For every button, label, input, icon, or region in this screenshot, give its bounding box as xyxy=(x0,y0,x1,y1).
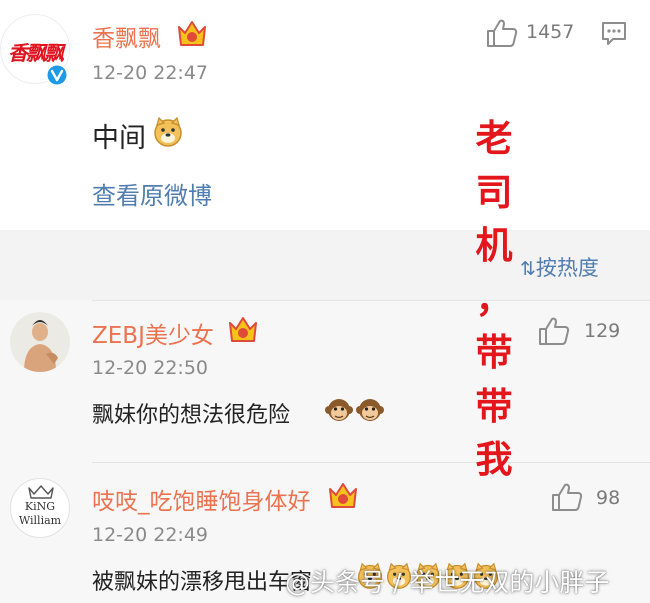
comment-text: 飘妹你的想法很危险 xyxy=(92,403,291,428)
post-like-count: 1457 xyxy=(526,21,575,43)
doge-icon xyxy=(154,116,182,147)
avatar-logo-line2: William xyxy=(18,514,62,527)
like-icon[interactable] xyxy=(486,18,518,48)
like-icon[interactable] xyxy=(538,316,570,346)
avatar-logo-line1: KiNG xyxy=(24,500,56,513)
divider xyxy=(92,300,650,301)
comment-time: 12-20 22:50 xyxy=(92,357,209,379)
sort-icon: ⇅ xyxy=(520,258,536,280)
overlay-char: 司 xyxy=(475,169,513,214)
overlay-char: 我 xyxy=(475,437,513,481)
watermark: @头条号 / 举世无双的小胖子 xyxy=(285,568,610,597)
sort-label: 按热度 xyxy=(535,256,599,280)
monkey-icon xyxy=(356,399,384,421)
view-original-link[interactable]: 查看原微博 xyxy=(92,176,212,211)
overlay-char: 机 xyxy=(475,223,513,267)
crown-badge-icon xyxy=(178,21,206,46)
comment-like-count: 98 xyxy=(596,487,621,509)
overlay-char: ， xyxy=(475,276,513,321)
post-time: 12-20 22:47 xyxy=(92,62,209,84)
comment-username[interactable]: ZEBJ美少女 xyxy=(92,316,214,350)
divider xyxy=(92,462,650,463)
comment-text: 被飘妹的漂移甩出车窗 xyxy=(92,570,313,595)
overlay-char: 带 xyxy=(475,330,513,374)
comment-avatar[interactable] xyxy=(10,312,70,372)
sort-by-hot-button[interactable]: ⇅按热度 xyxy=(520,252,599,282)
original-post: 香飘飘 香飘飘 12-20 22:47 1457 中间 查看原微博 xyxy=(0,0,650,230)
crown-logo-icon xyxy=(28,485,54,499)
comment-time: 12-20 22:49 xyxy=(92,524,209,546)
overlay-char: 老 xyxy=(475,116,513,160)
crown-badge-icon xyxy=(329,483,357,508)
avatar-figure-icon xyxy=(24,320,58,372)
verified-badge-icon xyxy=(46,64,68,86)
comment-avatar[interactable]: KiNG William xyxy=(10,478,70,538)
like-icon[interactable] xyxy=(551,482,583,512)
crown-badge-icon xyxy=(229,317,257,342)
comment-icon[interactable] xyxy=(600,20,628,46)
monkey-icon xyxy=(325,399,353,421)
overlay-caption: 老 司 机 ， 带 带 我 xyxy=(472,112,516,487)
overlay-char: 带 xyxy=(475,383,513,428)
comment-like-count: 129 xyxy=(584,320,621,342)
post-text: 中间 xyxy=(92,123,146,154)
comment-username[interactable]: 吱吱_吃饱睡饱身体好 xyxy=(92,482,311,516)
post-username[interactable]: 香飘飘 xyxy=(92,19,161,53)
avatar-logo-text: 香飘飘 xyxy=(8,41,64,65)
